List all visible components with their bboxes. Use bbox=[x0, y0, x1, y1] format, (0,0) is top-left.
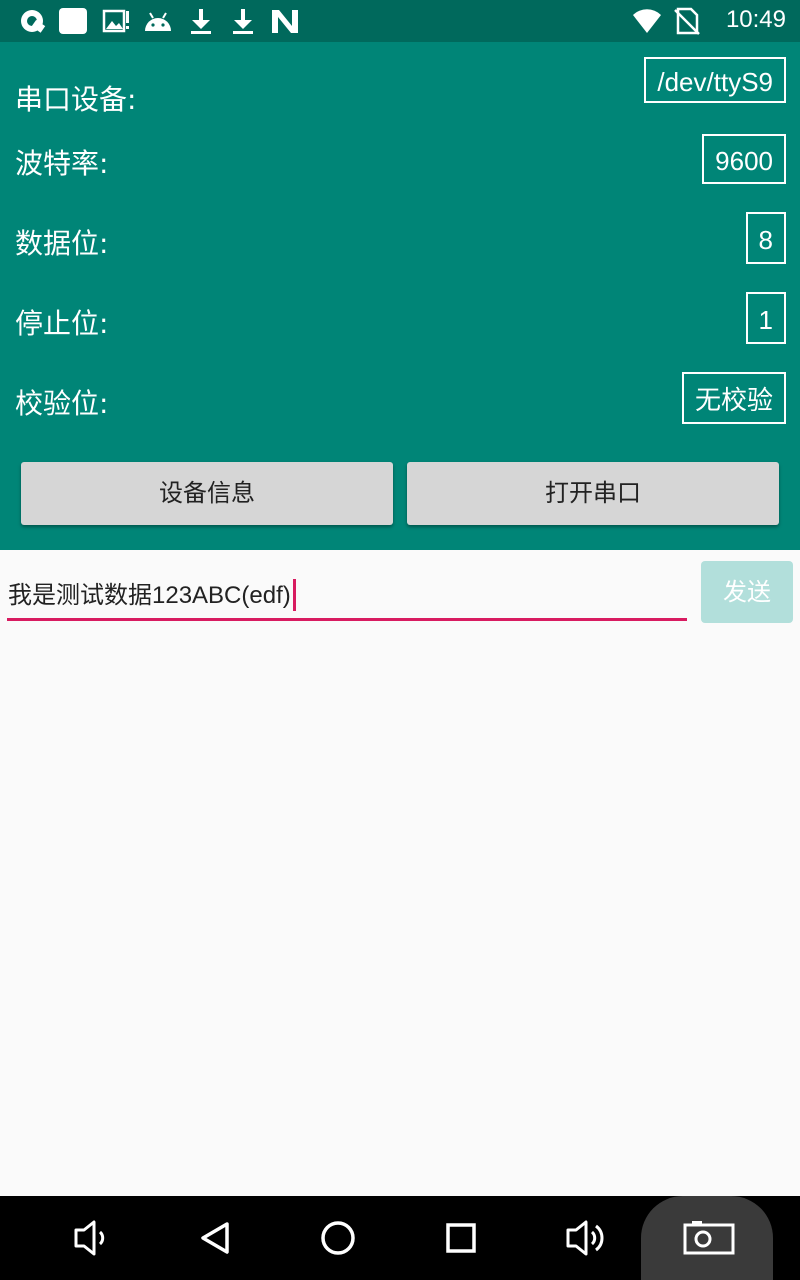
screenshot-icon[interactable] bbox=[682, 1216, 736, 1260]
clock: 10:49 bbox=[725, 6, 786, 33]
back-icon[interactable] bbox=[194, 1216, 238, 1260]
baud-rate-label: 波特率: bbox=[15, 147, 109, 180]
parity-select[interactable]: 无校验 bbox=[681, 372, 786, 424]
volume-down-icon[interactable] bbox=[70, 1216, 114, 1260]
baud-rate-select[interactable]: 9600 bbox=[702, 134, 786, 184]
text-cursor bbox=[292, 578, 296, 611]
volume-up-icon[interactable] bbox=[562, 1216, 606, 1260]
serial-device-label: 串口设备: bbox=[15, 83, 137, 116]
download-icon bbox=[191, 9, 211, 34]
stop-bits-select[interactable]: 1 bbox=[745, 292, 786, 344]
stop-bits-label: 停止位: bbox=[15, 307, 109, 340]
home-icon[interactable] bbox=[316, 1216, 360, 1260]
serial-device-select[interactable]: /dev/ttyS9 bbox=[644, 57, 786, 103]
n-logo-icon bbox=[272, 10, 298, 33]
android-icon bbox=[145, 12, 171, 31]
no-sim-icon bbox=[674, 7, 700, 35]
status-bar: 10:49 bbox=[0, 0, 800, 42]
wifi-icon bbox=[633, 9, 661, 33]
open-port-button[interactable]: 打开串口 bbox=[407, 462, 779, 525]
data-bits-label: 数据位: bbox=[15, 227, 109, 260]
input-underline bbox=[7, 618, 687, 621]
parity-label: 校验位: bbox=[15, 387, 109, 420]
device-info-button[interactable]: 设备信息 bbox=[21, 462, 393, 525]
quick-search-icon bbox=[21, 10, 46, 33]
recents-icon[interactable] bbox=[439, 1216, 483, 1260]
send-button[interactable]: 发送 bbox=[701, 561, 793, 623]
data-bits-select[interactable]: 8 bbox=[745, 212, 786, 264]
serial-settings-panel: 串口设备: /dev/ttyS9 波特率: 9600 数据位: 8 停止位: 1… bbox=[0, 42, 800, 550]
navigation-bar bbox=[0, 1196, 800, 1280]
gallery-alert-icon bbox=[102, 9, 129, 33]
notification-square-icon bbox=[59, 8, 87, 34]
send-data-input[interactable]: 我是测试数据123ABC(edf) bbox=[8, 575, 296, 613]
download-icon bbox=[233, 9, 253, 34]
send-data-input-value: 我是测试数据123ABC(edf) bbox=[8, 582, 291, 609]
